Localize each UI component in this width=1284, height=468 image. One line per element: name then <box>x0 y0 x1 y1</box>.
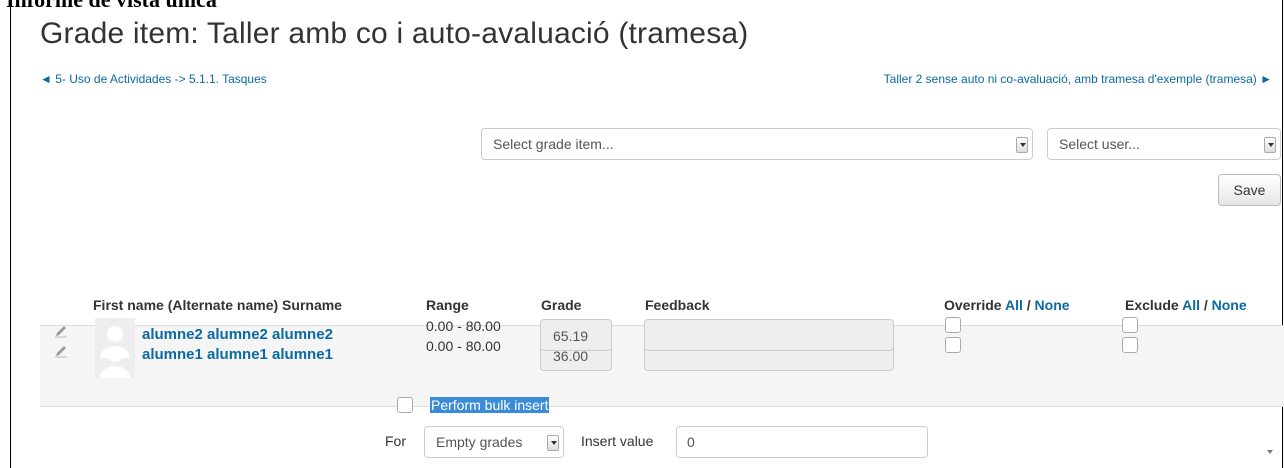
for-label: For <box>385 433 406 449</box>
chevron-down-icon <box>1016 137 1028 153</box>
grade-item-select[interactable]: Select grade item... <box>481 128 1033 160</box>
user-name-link[interactable]: alumne2 alumne2 alumne2 <box>142 326 333 343</box>
bulk-for-select-value: Empty grades <box>436 434 523 450</box>
table-row: alumne2 alumne2 alumne2 0.00 - 80.00 65.… <box>40 306 1284 386</box>
nav-previous-activity-link[interactable]: ◄ 5- Uso de Actividades -> 5.1.1. Tasque… <box>40 72 267 86</box>
bulk-insert-checkbox[interactable] <box>397 397 413 413</box>
save-button[interactable]: Save <box>1218 174 1281 206</box>
pencil-edit-icon[interactable] <box>54 324 68 338</box>
range-value: 0.00 - 80.00 <box>426 318 501 334</box>
user-placeholder-icon <box>100 326 130 358</box>
page-title: Grade item: Taller amb co i auto-avaluac… <box>40 17 749 50</box>
bulk-insert-label[interactable]: Perform bulk insert <box>430 397 550 413</box>
insert-value-label: Insert value <box>581 433 654 449</box>
scroll-down-arrow-icon[interactable] <box>1266 449 1274 455</box>
bulk-for-select[interactable]: Empty grades <box>424 426 564 458</box>
avatar[interactable] <box>95 318 135 358</box>
chevron-down-icon <box>547 435 559 451</box>
user-select-value: Select user... <box>1059 136 1140 152</box>
nav-next-activity-link[interactable]: Taller 2 sense auto ni co-avaluació, amb… <box>884 72 1272 86</box>
override-checkbox[interactable] <box>945 317 961 333</box>
grade-input[interactable]: 65.19 <box>540 319 612 351</box>
feedback-input[interactable] <box>644 319 894 351</box>
insert-value-input[interactable]: 0 <box>676 426 928 458</box>
grade-item-select-value: Select grade item... <box>493 136 614 152</box>
user-select[interactable]: Select user... <box>1047 128 1281 160</box>
document-margin-left <box>10 0 11 468</box>
exclude-checkbox[interactable] <box>1122 317 1138 333</box>
document-heading: Informe de vista única <box>6 0 217 13</box>
chevron-down-icon <box>1264 137 1276 153</box>
